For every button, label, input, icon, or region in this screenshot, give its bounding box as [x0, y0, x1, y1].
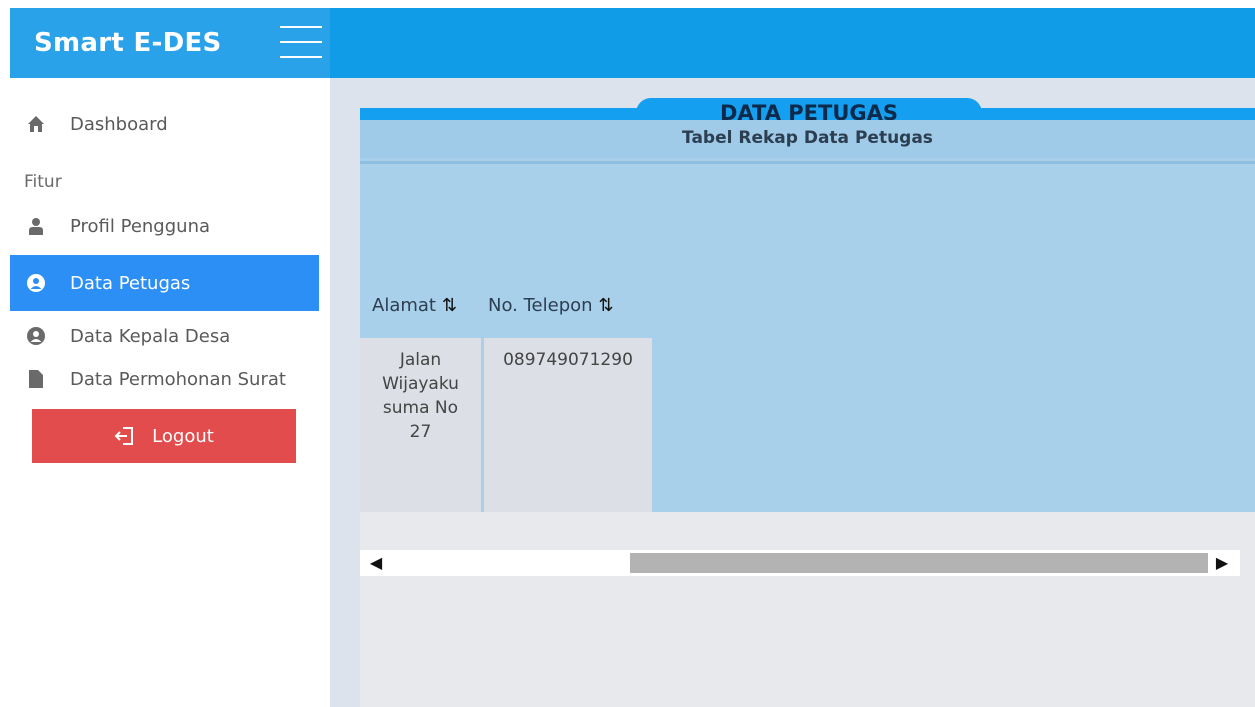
- column-header-label: Alamat: [372, 294, 436, 316]
- column-header-alamat[interactable]: Alamat ⇅: [372, 292, 457, 318]
- column-header-label: No. Telepon: [488, 294, 593, 316]
- app-title: Smart E-DES: [34, 28, 222, 58]
- sidebar-item-label: Data Kepala Desa: [70, 325, 231, 347]
- sidebar-item-data-petugas[interactable]: Data Petugas: [10, 255, 319, 311]
- sidebar-item-label: Profil Pengguna: [70, 215, 211, 237]
- section-label-fitur: Fitur: [24, 172, 62, 192]
- user-circle-icon: [24, 274, 48, 292]
- user-icon: [24, 217, 48, 235]
- file-icon: [24, 370, 48, 388]
- sort-icon[interactable]: ⇅: [442, 295, 457, 316]
- divider: [360, 161, 1255, 164]
- scrollbar-thumb[interactable]: [630, 553, 1208, 573]
- sidebar-item-profil-pengguna[interactable]: Profil Pengguna: [10, 200, 319, 252]
- user-circle-icon: [24, 327, 48, 345]
- app-window: Smart E-DES Dashboard Fitur Profil Pengg…: [0, 0, 1255, 707]
- sidebar-item-label: Dashboard: [70, 113, 168, 135]
- data-table: Tabel Rekap Data Petugas Alamat ⇅ No. Te…: [360, 120, 1255, 512]
- home-icon: [24, 115, 48, 133]
- sidebar-item-label: Data Permohonan Surat: [70, 368, 286, 390]
- menu-toggle-icon[interactable]: [280, 26, 322, 62]
- top-navbar: [330, 8, 1255, 78]
- horizontal-scrollbar[interactable]: ◀ ▶: [360, 550, 1240, 576]
- scroll-left-icon[interactable]: ◀: [366, 553, 386, 573]
- logout-label: Logout: [152, 425, 214, 447]
- table-cell-no-telepon: 089749071290: [484, 338, 652, 512]
- brand-header: Smart E-DES: [10, 8, 330, 78]
- column-header-no-telepon[interactable]: No. Telepon ⇅: [488, 292, 614, 318]
- logout-button[interactable]: Logout: [32, 409, 296, 463]
- table-title: Tabel Rekap Data Petugas: [360, 120, 1255, 158]
- content-panel: DATA PETUGAS Tabel Rekap Data Petugas Al…: [360, 98, 1255, 707]
- main-content: DATA PETUGAS Tabel Rekap Data Petugas Al…: [330, 78, 1255, 707]
- scroll-right-icon[interactable]: ▶: [1212, 553, 1232, 573]
- sidebar-item-label: Data Petugas: [70, 272, 191, 294]
- sidebar-item-dashboard[interactable]: Dashboard: [10, 98, 319, 150]
- logout-icon: [114, 426, 134, 446]
- sidebar: Dashboard Fitur Profil Pengguna Data Pet…: [10, 78, 330, 707]
- sort-icon[interactable]: ⇅: [599, 295, 614, 316]
- sidebar-item-data-permohonan-surat[interactable]: Data Permohonan Surat: [10, 353, 319, 405]
- table-cell-alamat: Jalan Wijayaku suma No 27: [360, 338, 481, 512]
